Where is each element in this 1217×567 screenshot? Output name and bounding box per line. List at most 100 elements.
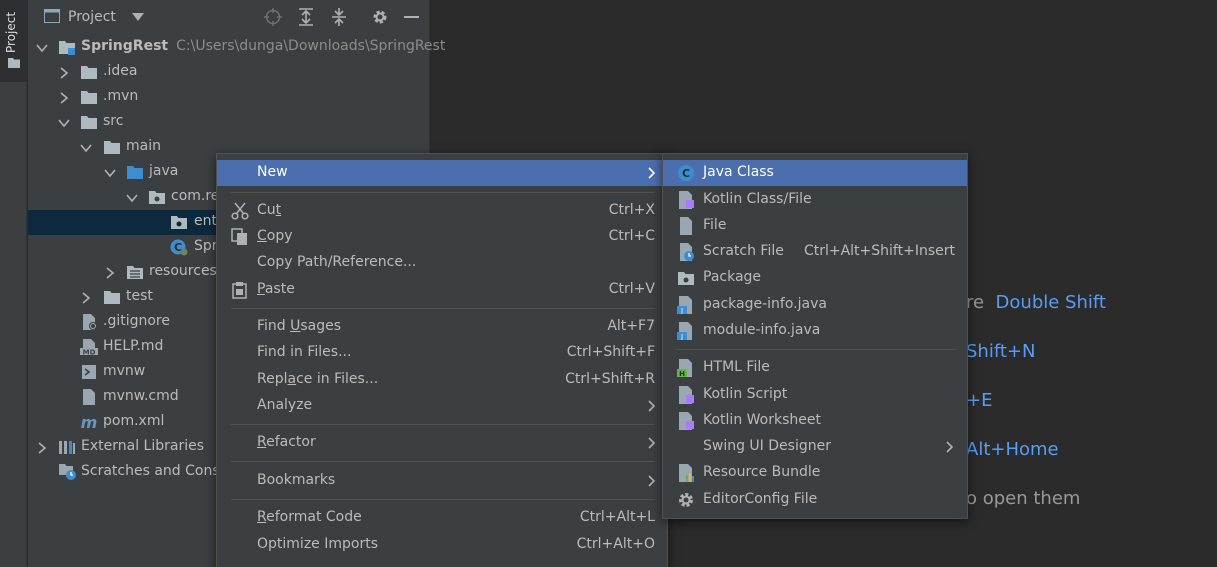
menu-item-file[interactable]: File [663,213,967,239]
chevron-down-icon[interactable] [132,13,144,21]
project-panel-header: Project [28,0,430,34]
menu-item-new[interactable]: New [217,160,667,186]
folder-icon [81,66,97,79]
separator [231,499,655,500]
chevron-right-icon[interactable] [104,267,116,279]
menu-item-replace-in-files[interactable]: Replace in Files... Ctrl+Shift+R [217,367,667,393]
chevron-down-icon[interactable] [80,142,92,154]
menu-item-label: module-info.java [703,322,821,338]
separator [231,424,655,425]
maven-icon: m [81,414,98,430]
chevron-down-icon[interactable] [126,192,138,204]
menu-item-shortcut: Ctrl+Alt+O [576,536,655,552]
menu-item-label: Swing UI Designer [703,438,831,454]
tree-item-label: java [149,163,179,179]
tree-item-label: SpringRest C:\Users\dunga\Downloads\Sprin… [81,38,446,54]
tree-item-src[interactable]: src [28,110,430,135]
menu-item-label: Paste [257,281,295,297]
menu-item-module-info[interactable]: J module-info.java [663,318,967,344]
svg-text:MD: MD [83,349,96,356]
tree-item-idea[interactable]: .idea [28,60,430,85]
menu-item-kotlin-script[interactable]: Kotlin Script [663,382,967,408]
chevron-down-icon[interactable] [36,42,48,54]
tree-item-label: External Libraries [81,438,204,454]
menu-item-shortcut: Ctrl+Alt+Shift+Insert [803,243,955,259]
menu-item-label: Analyze [257,397,313,413]
context-menu: New Cut Ctrl+X Copy Ctrl+C Copy Path/Ref… [216,153,668,567]
locate-icon[interactable] [264,8,282,26]
menu-item-package[interactable]: Package [663,265,967,291]
menu-item-optimize-imports[interactable]: Optimize Imports Ctrl+Alt+O [217,532,667,558]
menu-item-label: Copy Path/Reference... [257,254,417,270]
tree-item-springrest[interactable]: SpringRest C:\Users\dunga\Downloads\Sprin… [28,35,445,60]
scratch-file-icon [680,243,694,261]
project-tool-tab[interactable]: Project [0,0,27,82]
menu-item-copy[interactable]: Copy Ctrl+C [217,224,667,250]
svg-text:J: J [680,333,683,340]
expand-all-icon[interactable] [298,8,314,26]
folder-icon [8,58,20,68]
folder-icon [104,291,120,304]
menu-item-reformat-code[interactable]: Reformat Code Ctrl+Alt+L [217,505,667,531]
module-folder-icon [59,41,75,55]
menu-item-find-usages[interactable]: Find Usages Alt+F7 [217,314,667,340]
menu-item-label: Find in Files... [257,344,352,360]
chevron-right-icon[interactable] [80,292,92,304]
menu-item-label: Kotlin Worksheet [703,412,821,428]
submenu-arrow-icon [648,167,656,179]
menu-item-scratch-file[interactable]: Scratch File Ctrl+Alt+Shift+Insert [663,239,967,265]
folder-icon [81,116,97,129]
menu-item-shortcut: Ctrl+Shift+R [565,371,655,387]
menu-item-bookmarks[interactable]: Bookmarks [217,468,667,494]
menu-item-package-info[interactable]: J package-info.java [663,292,967,318]
svg-text:C: C [682,167,690,180]
menu-item-cut[interactable]: Cut Ctrl+X [217,198,667,224]
menu-item-kotlin-class[interactable]: Kotlin Class/File [663,187,967,213]
tree-item-label: test [126,288,153,304]
menu-item-label: HTML File [703,359,770,375]
menu-item-swing-ui-designer[interactable]: Swing UI Designer [663,434,967,460]
file-icon [680,217,692,235]
new-submenu: C Java Class Kotlin Class/File File Scra… [662,153,968,519]
copy-icon [231,228,247,245]
chevron-down-icon[interactable] [104,167,116,179]
gear-icon[interactable] [371,8,389,26]
menu-item-label: Kotlin Class/File [703,191,812,207]
chevron-right-icon[interactable] [58,67,70,79]
menu-item-label: Bookmarks [257,472,336,488]
resource-bundle-icon [679,464,694,482]
menu-item-label: Replace in Files... [257,371,379,387]
tree-item-label: mvnw [103,363,146,379]
tree-item-mvn[interactable]: .mvn [28,85,430,110]
menu-item-java-class[interactable]: C Java Class [663,160,967,186]
submenu-arrow-icon [648,475,656,487]
menu-item-html-file[interactable]: H HTML File [663,355,967,381]
chevron-down-icon[interactable] [58,117,70,129]
menu-item-label: Optimize Imports [257,536,378,552]
menu-item-find-in-files[interactable]: Find in Files... Ctrl+Shift+F [217,340,667,366]
tree-item-label: ent [194,213,217,229]
separator [231,308,655,309]
menu-item-copy-path[interactable]: Copy Path/Reference... [217,250,667,276]
tree-item-label: resources [149,263,217,279]
svg-text:m: m [81,414,98,430]
menu-item-analyze[interactable]: Analyze [217,393,667,419]
tree-item-label: .mvn [103,88,139,104]
menu-item-kotlin-worksheet[interactable]: Kotlin Worksheet [663,408,967,434]
tree-item-label: mvnw.cmd [103,388,179,404]
collapse-all-icon[interactable] [331,8,347,26]
menu-item-resource-bundle[interactable]: Resource Bundle [663,460,967,486]
menu-item-label: Cut [257,202,282,218]
minimize-icon[interactable] [404,16,419,19]
menu-item-shortcut: Ctrl+Alt+L [579,509,655,525]
menu-item-refactor[interactable]: Refactor [217,430,667,456]
tree-item-label: Spr [194,238,218,254]
chevron-right-icon[interactable] [36,442,48,454]
project-panel-title[interactable]: Project [68,9,116,25]
menu-item-label: package-info.java [703,296,827,312]
markdown-file-icon: MD [80,339,98,355]
menu-item-editorconfig[interactable]: EditorConfig File [663,487,967,513]
submenu-arrow-icon [946,441,954,453]
chevron-right-icon[interactable] [58,92,70,104]
menu-item-paste[interactable]: Paste Ctrl+V [217,277,667,303]
